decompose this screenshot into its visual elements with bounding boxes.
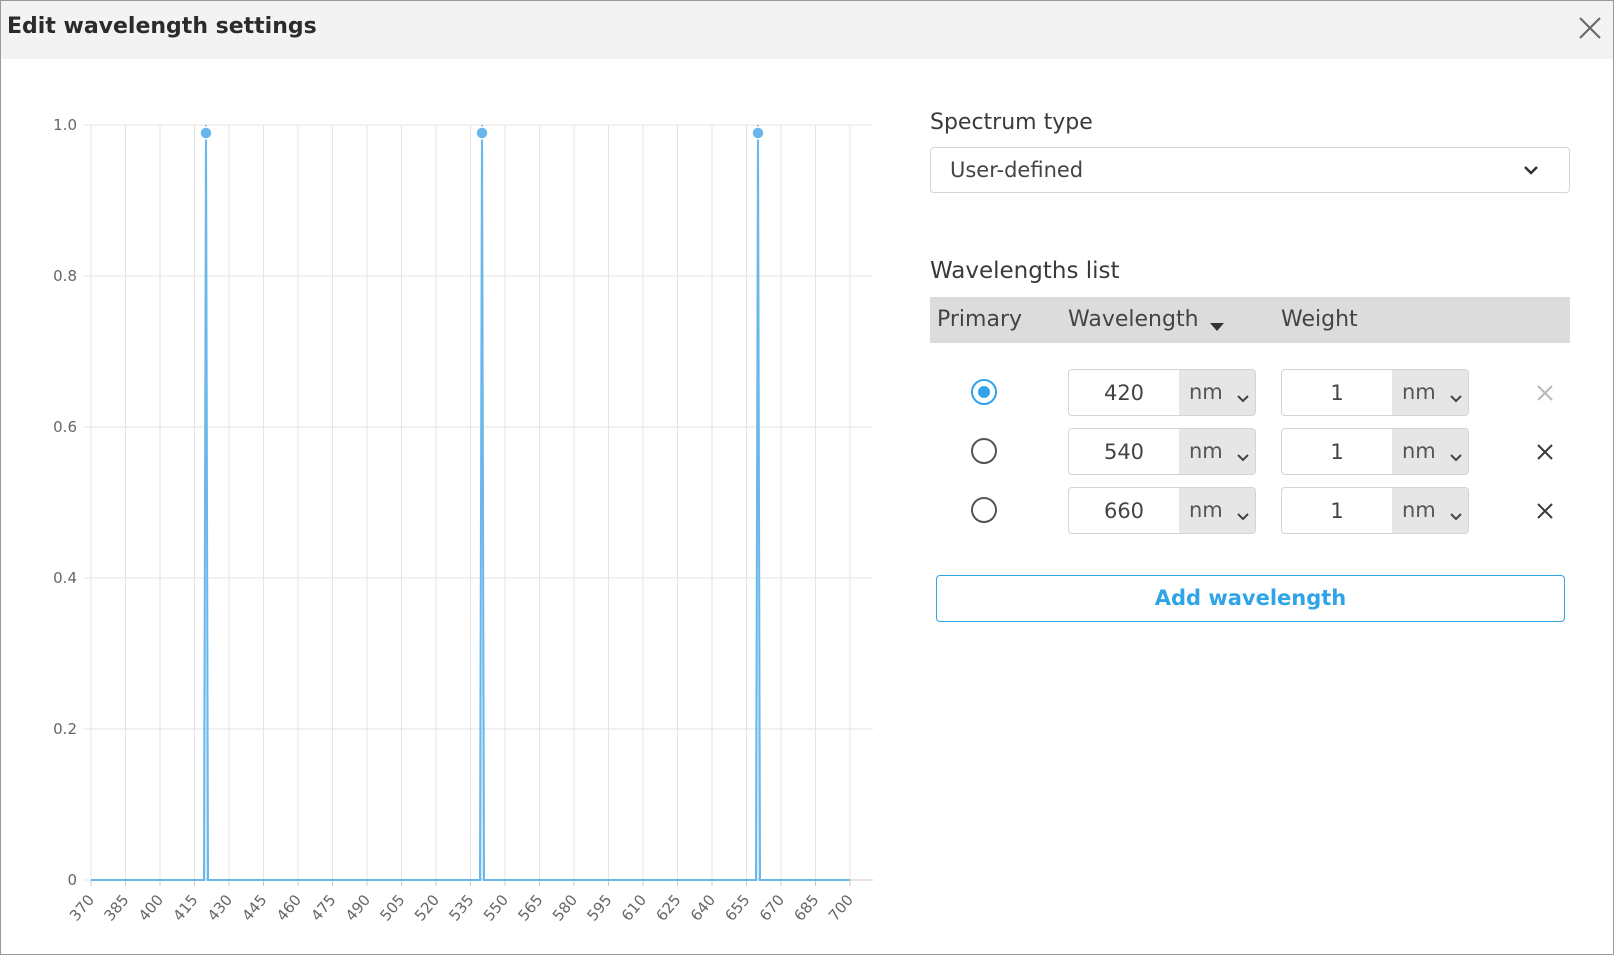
x-tick-label: 490 [342,891,374,925]
weight-field: nm [1281,369,1469,416]
remove-icon[interactable] [1533,440,1557,464]
column-header-primary: Primary [937,307,1023,332]
x-tick-label: 565 [514,891,546,925]
column-header-weight: Weight [1281,307,1358,332]
wavelengths-table-header: Primary Wavelength Weight [930,297,1570,343]
x-tick-label: 445 [238,891,270,925]
y-tick-label: 0 [67,871,77,889]
x-tick-label: 670 [756,891,788,925]
weight-unit-select[interactable]: nm [1392,429,1468,474]
primary-radio[interactable] [971,497,997,523]
spectrum-type-label: Spectrum type [930,110,1093,135]
wavelength-unit-select[interactable]: nm [1179,370,1255,415]
wavelengths-list-label: Wavelengths list [930,258,1120,284]
y-tick-label: 0.8 [53,267,77,285]
column-header-wavelength[interactable]: Wavelength [1068,307,1199,332]
weight-unit-label: nm [1402,498,1436,522]
close-icon[interactable] [1575,13,1605,43]
wavelength-field: nm [1068,369,1256,416]
y-tick-label: 0.2 [53,720,77,738]
weight-input[interactable] [1282,370,1392,415]
wavelength-unit-label: nm [1189,439,1223,463]
primary-radio[interactable] [971,438,997,464]
wavelength-row: nm nm [930,369,1570,417]
sort-desc-icon[interactable] [1209,317,1225,336]
chevron-down-icon [1237,506,1249,525]
weight-unit-select[interactable]: nm [1392,370,1468,415]
chevron-down-icon [1237,388,1249,407]
wavelength-input[interactable] [1069,488,1179,533]
weight-unit-label: nm [1402,439,1436,463]
x-tick-label: 700 [825,891,857,925]
x-tick-label: 595 [583,891,615,925]
y-tick-label: 0.6 [53,418,77,436]
chevron-down-icon [1450,506,1462,525]
x-tick-label: 505 [376,891,408,925]
x-tick-label: 400 [135,891,167,925]
primary-radio[interactable] [971,379,997,405]
wavelength-input[interactable] [1069,370,1179,415]
weight-unit-label: nm [1402,380,1436,404]
weight-unit-select[interactable]: nm [1392,488,1468,533]
wavelength-unit-label: nm [1189,380,1223,404]
wavelength-field: nm [1068,428,1256,475]
x-tick-label: 520 [411,891,443,925]
data-point [475,126,489,140]
wavelength-row: nm nm [930,428,1570,476]
y-tick-label: 1.0 [53,116,77,134]
x-tick-label: 370 [66,891,98,925]
wavelength-unit-select[interactable]: nm [1179,488,1255,533]
remove-icon[interactable] [1533,499,1557,523]
x-tick-label: 580 [549,891,581,925]
x-tick-label: 685 [790,891,822,925]
wavelength-chart: 370 385 400 415 430 445 460 475 490 505 520 535 550 5… [53,116,873,925]
dialog-title: Edit wavelength settings [7,14,317,39]
x-tick-label: 460 [273,891,305,925]
wavelength-input[interactable] [1069,429,1179,474]
y-tick-label: 0.4 [53,569,77,587]
wavelength-unit-select[interactable]: nm [1179,429,1255,474]
x-tick-label: 640 [687,891,719,925]
x-tick-label: 625 [652,891,684,925]
x-tick-label: 475 [307,891,339,925]
weight-field: nm [1281,487,1469,534]
weight-field: nm [1281,428,1469,475]
weight-input[interactable] [1282,488,1392,533]
wavelength-row: nm nm [930,487,1570,535]
chevron-down-icon [1450,447,1462,466]
x-tick-label: 655 [721,891,753,925]
x-tick-label: 535 [445,891,477,925]
dialog-titlebar: Edit wavelength settings [1,1,1613,59]
spectrum-type-value: User-defined [950,158,1084,182]
x-tick-label: 550 [480,891,512,925]
data-point [751,126,765,140]
spectrum-type-select[interactable]: User-defined [930,147,1570,193]
wavelength-unit-label: nm [1189,498,1223,522]
edit-wavelength-dialog: Edit wavelength settings 370 385 400 415 430… [0,0,1614,955]
chevron-down-icon [1523,162,1539,181]
remove-icon[interactable] [1533,381,1557,405]
chevron-down-icon [1237,447,1249,466]
weight-input[interactable] [1282,429,1392,474]
x-tick-label: 610 [618,891,650,925]
x-tick-label: 415 [169,891,201,925]
add-wavelength-button[interactable]: Add wavelength [936,575,1565,622]
data-point [199,126,213,140]
wavelength-field: nm [1068,487,1256,534]
x-tick-label: 430 [204,891,236,925]
x-tick-label: 385 [100,891,132,925]
chevron-down-icon [1450,388,1462,407]
